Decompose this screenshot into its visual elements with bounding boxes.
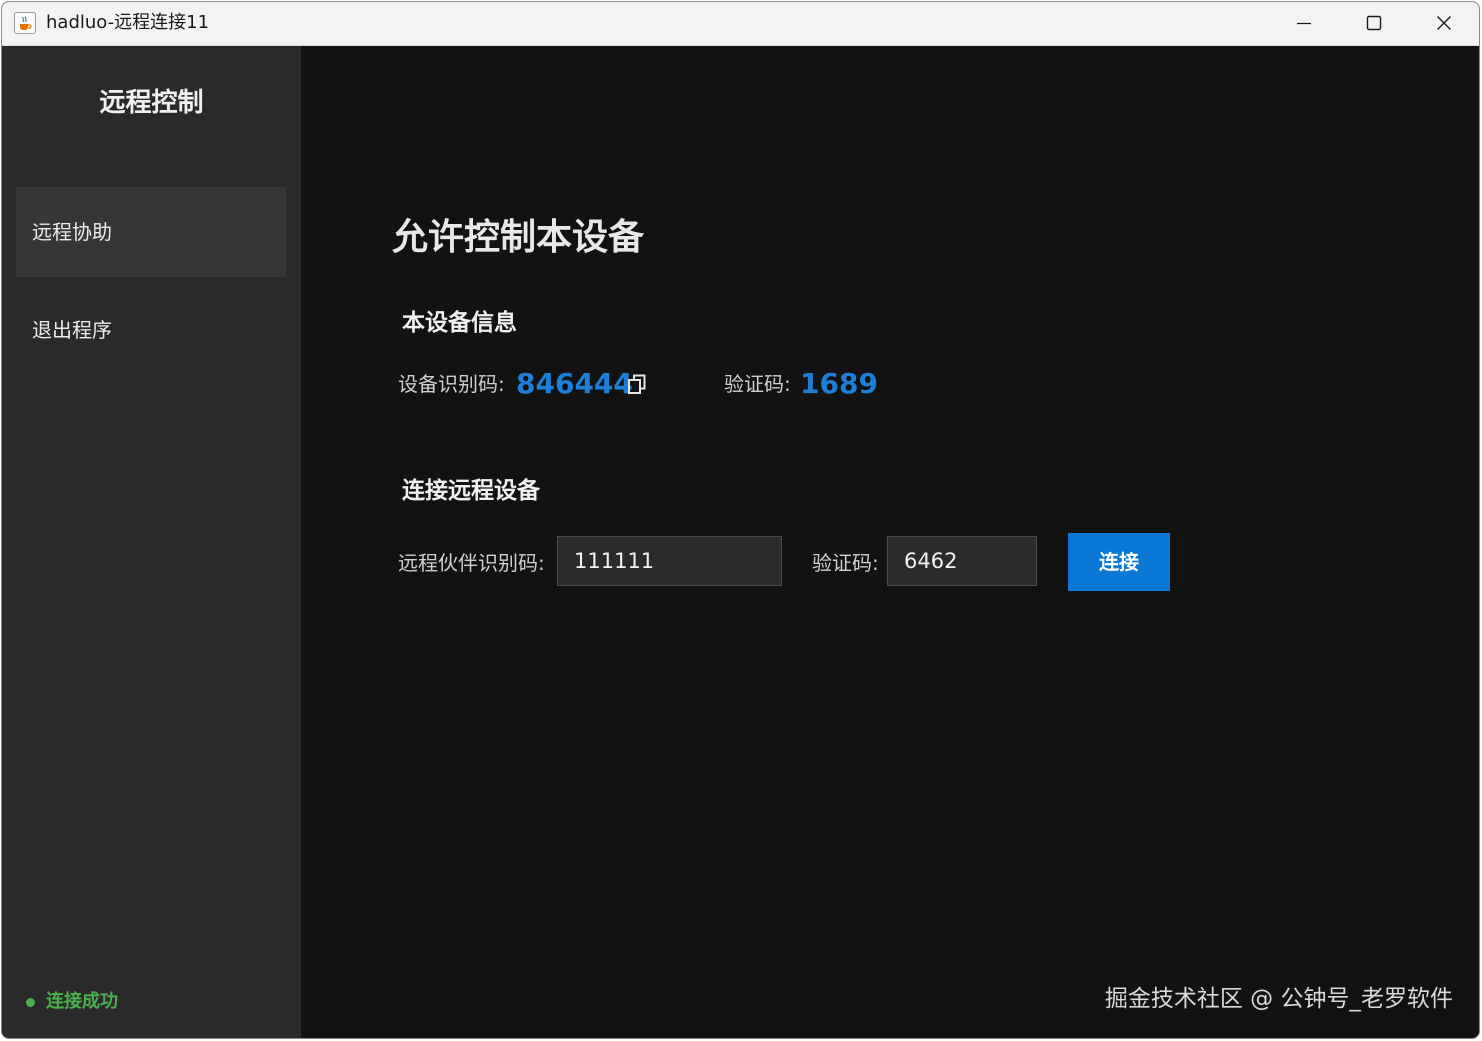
connect-button[interactable]: 连接 [1068,533,1170,591]
title-bar[interactable]: hadluo-远程连接11 [2,2,1479,46]
minimize-button[interactable] [1269,2,1339,45]
connect-remote-heading: 连接远程设备 [402,478,540,504]
partner-id-label: 远程伙伴识别码: [398,551,545,575]
sidebar-item-label: 退出程序 [32,318,112,342]
device-info-heading: 本设备信息 [402,310,517,336]
device-id-value: 846444 [516,367,633,400]
sidebar-item-remote-assist[interactable]: 远程协助 [16,187,286,277]
sidebar-title: 远程控制 [99,88,204,118]
maximize-button[interactable] [1339,2,1409,45]
close-button[interactable] [1409,2,1479,45]
sidebar-item-exit[interactable]: 退出程序 [16,285,286,375]
app-window: hadluo-远程连接11 远程控制 远程协助 退出程序 连接成功 允许控制本设… [1,1,1480,1039]
status-dot-icon [26,998,35,1007]
sidebar: 远程控制 远程协助 退出程序 连接成功 [2,46,301,1038]
partner-id-input[interactable] [557,536,782,586]
window-title: hadluo-远程连接11 [46,12,210,33]
partner-code-input[interactable] [887,536,1037,586]
copy-icon[interactable] [626,373,648,395]
status-text: 连接成功 [46,991,118,1012]
close-icon [1437,16,1451,30]
java-cup-icon [14,12,36,34]
partner-code-label: 验证码: [812,551,879,575]
main-content: 允许控制本设备 本设备信息 设备识别码: 846444 验证码: 1689 连接… [301,46,1479,1038]
verify-code-label: 验证码: [724,372,791,396]
device-id-label: 设备识别码: [398,372,505,396]
verify-code-value: 1689 [800,367,878,400]
watermark: 掘金技术社区 @ 公钟号_老罗软件 [1104,986,1453,1012]
maximize-icon [1366,15,1382,31]
page-title: 允许控制本设备 [392,217,645,258]
sidebar-item-label: 远程协助 [32,220,112,244]
minimize-icon [1297,22,1311,25]
